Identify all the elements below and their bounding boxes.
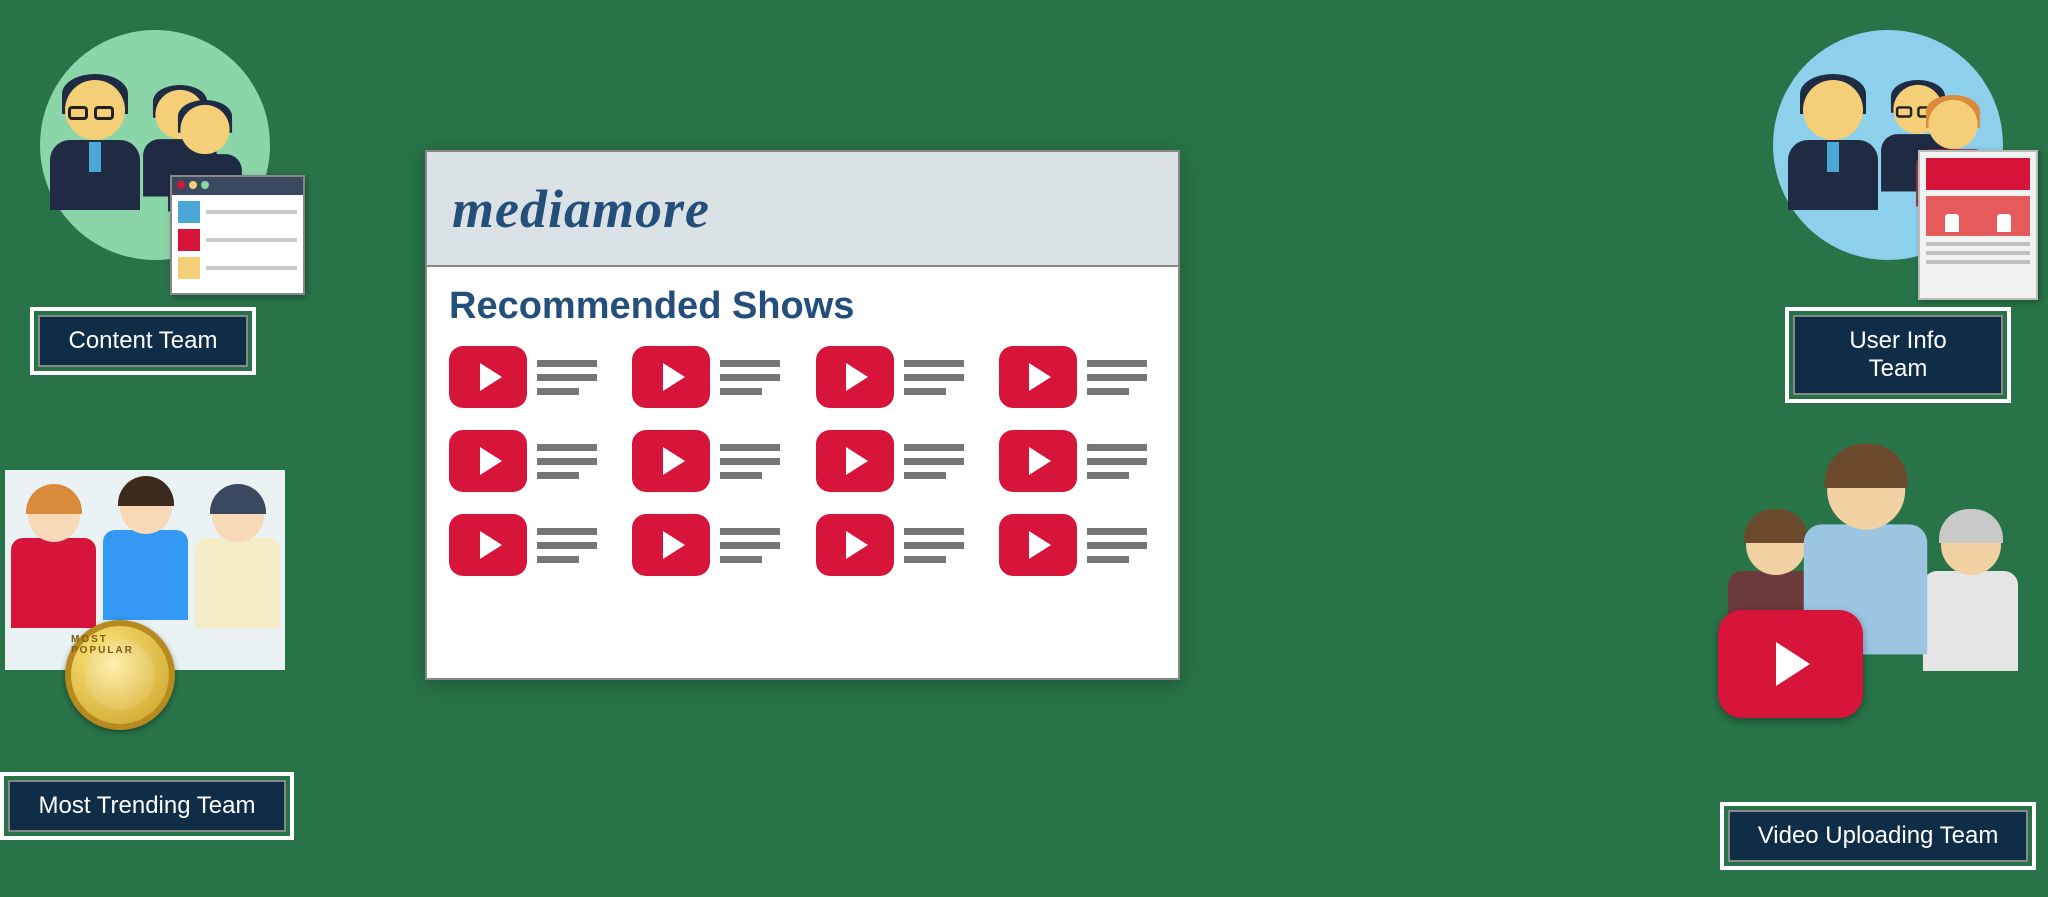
panel-header: mediamore <box>427 152 1178 267</box>
userinfo-team-group <box>1753 30 2023 260</box>
content-team-label: Content Team <box>38 315 248 367</box>
video-item <box>632 514 789 576</box>
video-item <box>449 514 606 576</box>
browser-window-icon <box>170 175 305 295</box>
mediamore-panel: mediamore Recommended Shows <box>425 150 1180 680</box>
avatar-icon <box>50 70 140 200</box>
play-icon <box>1718 610 1863 718</box>
newspaper-icon <box>1918 150 2038 300</box>
play-icon <box>632 346 710 408</box>
video-item <box>632 346 789 408</box>
userinfo-team-illustration <box>1773 30 2003 260</box>
video-team-label: Video Uploading Team <box>1728 810 2028 862</box>
avatar-icon <box>195 490 280 628</box>
video-item <box>999 514 1156 576</box>
content-team-group <box>20 30 290 260</box>
medal-text: MOST POPULAR <box>71 626 169 724</box>
trending-team-group: MOST POPULAR <box>5 470 305 670</box>
play-icon <box>449 514 527 576</box>
video-item <box>816 514 973 576</box>
video-item <box>449 346 606 408</box>
play-icon <box>449 346 527 408</box>
play-icon <box>632 430 710 492</box>
video-item <box>816 346 973 408</box>
video-item <box>999 346 1156 408</box>
avatar-icon <box>103 482 188 620</box>
video-item <box>816 430 973 492</box>
play-icon <box>816 346 894 408</box>
trending-team-label: Most Trending Team <box>8 780 286 832</box>
avatar-icon <box>1923 515 2018 671</box>
play-icon <box>999 430 1077 492</box>
video-item <box>632 430 789 492</box>
play-icon <box>999 514 1077 576</box>
play-icon <box>999 346 1077 408</box>
section-title: Recommended Shows <box>449 285 1156 328</box>
content-team-illustration <box>40 30 270 260</box>
userinfo-team-label: User Info Team <box>1793 315 2003 395</box>
video-item <box>449 430 606 492</box>
play-icon <box>449 430 527 492</box>
logo-text: mediamore <box>452 178 710 240</box>
avatar-icon <box>11 490 96 628</box>
video-grid <box>449 346 1156 576</box>
trending-team-illustration: MOST POPULAR <box>5 470 285 670</box>
video-team-illustration <box>1728 455 2018 745</box>
play-icon <box>816 430 894 492</box>
play-icon <box>816 514 894 576</box>
video-team-group <box>1728 455 2018 745</box>
video-item <box>999 430 1156 492</box>
play-icon <box>632 514 710 576</box>
avatar-icon <box>1788 70 1878 200</box>
medal-icon: MOST POPULAR <box>65 620 175 730</box>
